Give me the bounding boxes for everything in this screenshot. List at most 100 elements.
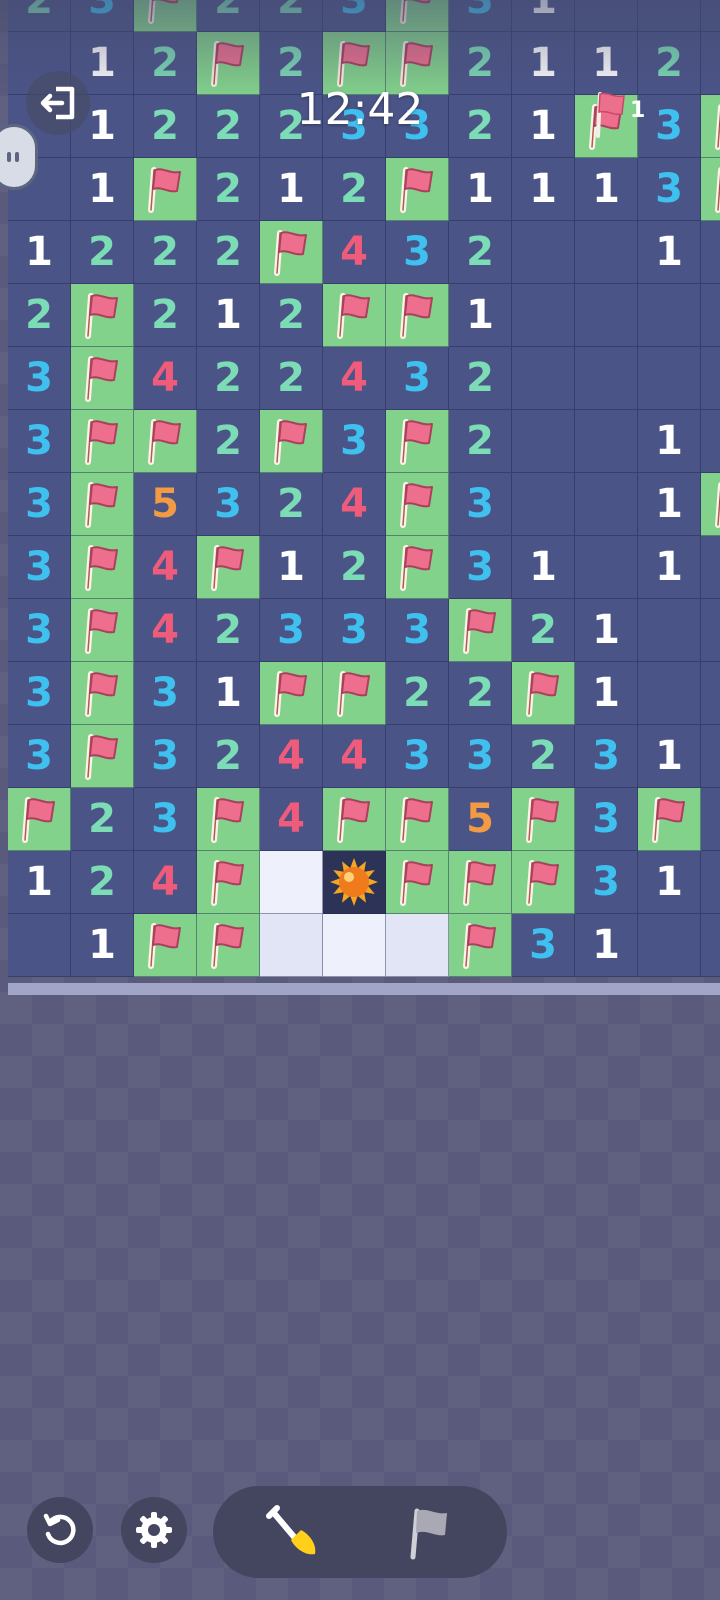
- flagged-cell[interactable]: [71, 473, 134, 536]
- empty-cell[interactable]: [512, 473, 575, 536]
- flagged-cell[interactable]: [701, 158, 720, 221]
- empty-cell[interactable]: [512, 284, 575, 347]
- flagged-cell[interactable]: [386, 284, 449, 347]
- empty-cell[interactable]: [512, 410, 575, 473]
- flagged-cell[interactable]: [638, 788, 701, 851]
- empty-cell[interactable]: [701, 347, 720, 410]
- number-cell[interactable]: 2: [197, 410, 260, 473]
- number-cell[interactable]: 3: [575, 851, 638, 914]
- side-drawer-handle[interactable]: [0, 124, 38, 190]
- number-cell[interactable]: 1: [512, 536, 575, 599]
- empty-cell[interactable]: [575, 536, 638, 599]
- number-cell[interactable]: 2: [638, 32, 701, 95]
- unrevealed-cell[interactable]: [260, 914, 323, 977]
- number-cell[interactable]: 4: [134, 851, 197, 914]
- number-cell[interactable]: 2: [260, 347, 323, 410]
- number-cell[interactable]: 3: [386, 221, 449, 284]
- number-cell[interactable]: 3: [323, 0, 386, 32]
- number-cell[interactable]: 1: [575, 914, 638, 977]
- empty-cell[interactable]: [701, 284, 720, 347]
- number-cell[interactable]: 2: [8, 284, 71, 347]
- empty-cell[interactable]: [8, 914, 71, 977]
- number-cell[interactable]: 3: [323, 410, 386, 473]
- number-cell[interactable]: 1: [512, 95, 575, 158]
- number-cell[interactable]: 4: [323, 473, 386, 536]
- number-cell[interactable]: 1: [8, 851, 71, 914]
- number-cell[interactable]: 1: [638, 536, 701, 599]
- number-cell[interactable]: 3: [386, 599, 449, 662]
- number-cell[interactable]: 1: [512, 158, 575, 221]
- flagged-cell[interactable]: [512, 662, 575, 725]
- flagged-cell[interactable]: [197, 914, 260, 977]
- number-cell[interactable]: 1: [197, 284, 260, 347]
- number-cell[interactable]: 1: [8, 221, 71, 284]
- empty-cell[interactable]: [575, 410, 638, 473]
- number-cell[interactable]: 3: [8, 599, 71, 662]
- flagged-cell[interactable]: [386, 410, 449, 473]
- number-cell[interactable]: 2: [386, 662, 449, 725]
- flagged-cell[interactable]: [71, 536, 134, 599]
- empty-cell[interactable]: [638, 0, 701, 32]
- number-cell[interactable]: 1: [260, 158, 323, 221]
- number-cell[interactable]: 1: [575, 158, 638, 221]
- empty-cell[interactable]: [638, 284, 701, 347]
- flagged-cell[interactable]: [323, 788, 386, 851]
- number-cell[interactable]: 3: [575, 725, 638, 788]
- empty-cell[interactable]: [575, 0, 638, 32]
- number-cell[interactable]: 4: [134, 536, 197, 599]
- number-cell[interactable]: 3: [386, 347, 449, 410]
- flagged-cell[interactable]: [197, 536, 260, 599]
- number-cell[interactable]: 3: [197, 473, 260, 536]
- flagged-cell[interactable]: [8, 788, 71, 851]
- flagged-cell[interactable]: [386, 0, 449, 32]
- number-cell[interactable]: 2: [449, 410, 512, 473]
- number-cell[interactable]: 3: [575, 788, 638, 851]
- number-cell[interactable]: 3: [323, 599, 386, 662]
- number-cell[interactable]: 1: [575, 32, 638, 95]
- empty-cell[interactable]: [701, 32, 720, 95]
- empty-cell[interactable]: [701, 914, 720, 977]
- number-cell[interactable]: 2: [134, 32, 197, 95]
- dig-tool-button[interactable]: [263, 1502, 325, 1564]
- flagged-cell[interactable]: [134, 914, 197, 977]
- empty-cell[interactable]: [701, 410, 720, 473]
- empty-cell[interactable]: [512, 347, 575, 410]
- number-cell[interactable]: 3: [386, 725, 449, 788]
- empty-cell[interactable]: [701, 536, 720, 599]
- number-cell[interactable]: 4: [260, 788, 323, 851]
- restart-button[interactable]: [27, 1497, 93, 1563]
- number-cell[interactable]: 1: [71, 914, 134, 977]
- empty-cell[interactable]: [701, 662, 720, 725]
- flagged-cell[interactable]: [701, 95, 720, 158]
- number-cell[interactable]: 2: [323, 536, 386, 599]
- empty-cell[interactable]: [701, 851, 720, 914]
- flagged-cell[interactable]: [134, 158, 197, 221]
- number-cell[interactable]: 3: [8, 410, 71, 473]
- number-cell[interactable]: 2: [134, 221, 197, 284]
- flagged-cell[interactable]: [449, 914, 512, 977]
- number-cell[interactable]: 2: [197, 95, 260, 158]
- number-cell[interactable]: 2: [260, 473, 323, 536]
- flagged-cell[interactable]: [71, 284, 134, 347]
- empty-cell[interactable]: [575, 347, 638, 410]
- flagged-cell[interactable]: [386, 536, 449, 599]
- number-cell[interactable]: 3: [134, 662, 197, 725]
- number-cell[interactable]: 2: [197, 0, 260, 32]
- number-cell[interactable]: 2: [8, 0, 71, 32]
- number-cell[interactable]: 1: [638, 410, 701, 473]
- flagged-cell[interactable]: [71, 410, 134, 473]
- number-cell[interactable]: 1: [638, 725, 701, 788]
- flagged-cell[interactable]: [386, 158, 449, 221]
- number-cell[interactable]: 1: [260, 536, 323, 599]
- flagged-cell[interactable]: [512, 788, 575, 851]
- empty-cell[interactable]: [638, 599, 701, 662]
- number-cell[interactable]: 2: [197, 599, 260, 662]
- flagged-cell[interactable]: [701, 473, 720, 536]
- flagged-cell[interactable]: [260, 410, 323, 473]
- number-cell[interactable]: 1: [638, 851, 701, 914]
- flagged-cell[interactable]: [386, 788, 449, 851]
- number-cell[interactable]: 3: [512, 914, 575, 977]
- number-cell[interactable]: 3: [449, 0, 512, 32]
- flagged-cell[interactable]: [71, 599, 134, 662]
- number-cell[interactable]: 4: [323, 221, 386, 284]
